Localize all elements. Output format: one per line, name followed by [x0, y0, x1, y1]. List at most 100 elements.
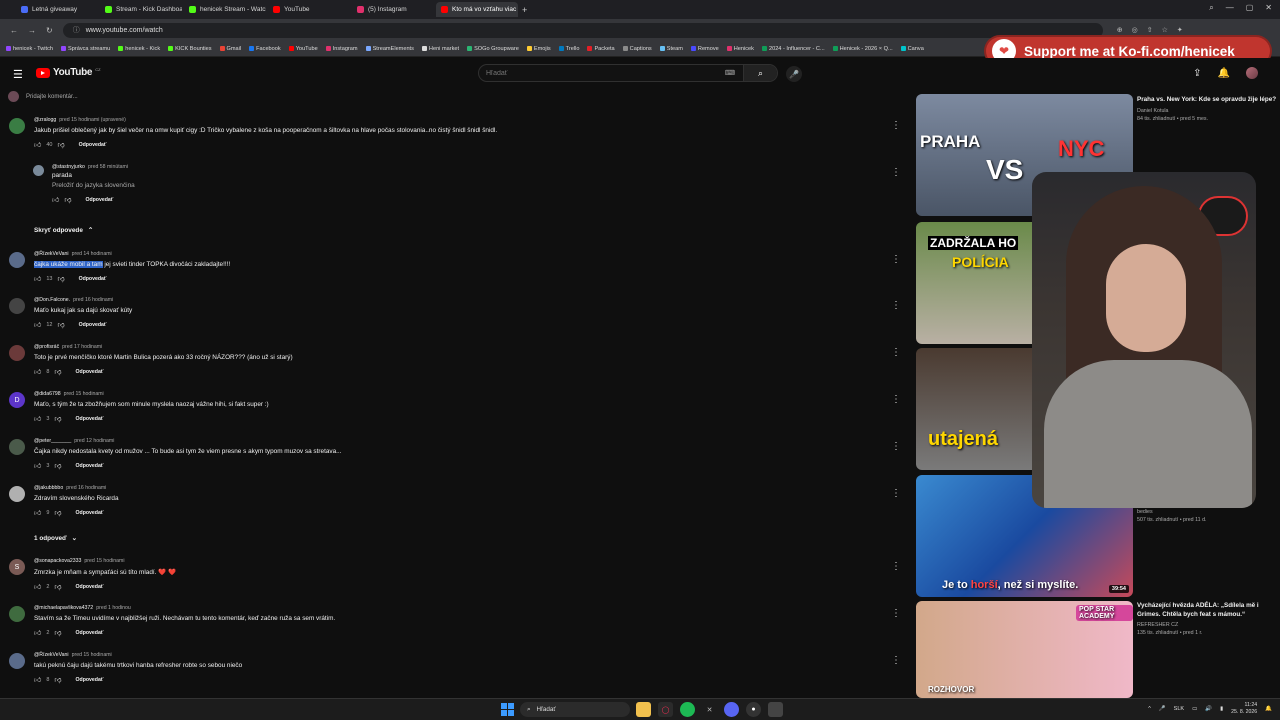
- bookmark-item[interactable]: Správca streamu: [61, 46, 110, 52]
- comment-avatar[interactable]: D: [9, 392, 25, 408]
- volume-icon[interactable]: 🔊: [1205, 706, 1212, 712]
- like-icon[interactable]: 👍︎: [34, 367, 41, 376]
- bookmark-item[interactable]: Packeta: [587, 46, 615, 52]
- comment-avatar[interactable]: [9, 252, 25, 268]
- like-icon[interactable]: 👍︎: [34, 274, 41, 283]
- comment-time[interactable]: pred 15 hodinami: [64, 391, 104, 397]
- bookmark-star-icon[interactable]: ☆: [1162, 26, 1168, 34]
- keyboard-icon[interactable]: ⌨: [725, 69, 735, 77]
- browser-tab[interactable]: Kto má vo vzťahu viac zav: [436, 2, 518, 17]
- opera-gx-icon[interactable]: ◯: [658, 702, 673, 717]
- bookmark-item[interactable]: Canva: [900, 46, 924, 52]
- dislike-icon[interactable]: 👎︎: [57, 320, 64, 329]
- search-button[interactable]: ⌕: [743, 65, 777, 81]
- video-meta[interactable]: Praha vs. New York: Kde se opravdu žije …: [1137, 96, 1277, 122]
- xbox-icon[interactable]: ✕: [702, 702, 717, 717]
- comment-more-icon[interactable]: ⋮: [891, 120, 901, 131]
- comment-time[interactable]: pred 15 hodinami (upravené): [59, 117, 126, 123]
- dislike-icon[interactable]: 👎︎: [57, 140, 64, 149]
- comment-author[interactable]: @ŘízekVeVani: [34, 251, 69, 257]
- reply-button[interactable]: Odpovedať: [76, 584, 104, 590]
- bookmark-item[interactable]: Heni market: [421, 46, 459, 52]
- video-meta[interactable]: bedies 507 tis. zhliadnutí • pred 11 d.: [1137, 506, 1277, 523]
- file-explorer-icon[interactable]: [636, 702, 651, 717]
- comment-more-icon[interactable]: ⋮: [891, 300, 901, 311]
- dislike-icon[interactable]: 👎︎: [54, 582, 61, 591]
- like-icon[interactable]: 👍︎: [34, 414, 41, 423]
- reply-button[interactable]: Odpovedať: [76, 369, 104, 375]
- bookmark-item[interactable]: henicek - Kick: [118, 46, 160, 52]
- browser-tab[interactable]: YouTube: [268, 2, 350, 17]
- create-icon[interactable]: ⇪: [1193, 68, 1201, 79]
- install-icon[interactable]: ⊕: [1117, 26, 1123, 34]
- comment-author[interactable]: @sonapackova2333: [34, 558, 81, 564]
- notifications-icon[interactable]: 🔔: [1265, 706, 1272, 712]
- comment-more-icon[interactable]: ⋮: [891, 167, 901, 178]
- maximize-button[interactable]: ▢: [1246, 3, 1254, 13]
- spotify-icon[interactable]: [680, 702, 695, 717]
- bookmark-item[interactable]: SOGo Groupware: [467, 46, 519, 52]
- comment-avatar[interactable]: [9, 653, 25, 669]
- youtube-logo[interactable]: YouTube CZ: [36, 67, 101, 78]
- bookmark-item[interactable]: Gmail: [219, 46, 241, 52]
- like-icon[interactable]: 👍︎: [34, 461, 41, 470]
- like-icon[interactable]: 👍︎: [52, 195, 59, 204]
- bookmark-item[interactable]: Facebook: [249, 46, 281, 52]
- comment-author[interactable]: @stastnyjurko: [52, 164, 85, 170]
- terminal-icon[interactable]: [768, 702, 783, 717]
- video-meta[interactable]: Vycházející hvězda ADÉLA: „Sdílela mě i …: [1137, 602, 1277, 636]
- reply-button[interactable]: Odpovedať: [76, 463, 104, 469]
- bookmark-item[interactable]: Captions: [622, 46, 652, 52]
- obs-icon[interactable]: ●: [746, 702, 761, 717]
- bookmark-item[interactable]: Emojis: [526, 46, 551, 52]
- comment-author[interactable]: @jakubbbbo: [34, 485, 63, 491]
- reply-button[interactable]: Odpovedať: [79, 276, 107, 282]
- reply-button[interactable]: Odpovedať: [76, 510, 104, 516]
- like-icon[interactable]: 👍︎: [34, 628, 41, 637]
- reload-icon[interactable]: ↻: [46, 26, 53, 35]
- comment-author[interactable]: @michaelapavlikova4372: [34, 605, 93, 611]
- comment-more-icon[interactable]: ⋮: [891, 655, 901, 666]
- comment-time[interactable]: pred 17 hodinami: [62, 344, 102, 350]
- extensions-icon[interactable]: ✦: [1177, 26, 1183, 34]
- comment-more-icon[interactable]: ⋮: [891, 608, 901, 619]
- hide-replies-button[interactable]: Skryť odpovede ⌃: [34, 226, 93, 235]
- comment-more-icon[interactable]: ⋮: [891, 254, 901, 265]
- bookmark-item[interactable]: YouTube: [288, 46, 318, 52]
- comment-time[interactable]: pred 58 minútami: [88, 164, 128, 170]
- like-icon[interactable]: 👍︎: [34, 140, 41, 149]
- comment-author[interactable]: @profisráč: [34, 344, 59, 350]
- browser-tab[interactable]: (5) Instagram: [352, 2, 434, 17]
- browser-tab[interactable]: Stream - Kick Dashboard: [100, 2, 182, 17]
- notifications-bell-icon[interactable]: 🔔: [1218, 68, 1230, 79]
- discord-icon[interactable]: [724, 702, 739, 717]
- translate-link[interactable]: Preložiť do jazyka slovenčina: [52, 182, 892, 189]
- comment-more-icon[interactable]: ⋮: [891, 347, 901, 358]
- reply-button[interactable]: Odpovedať: [79, 142, 107, 148]
- comment-time[interactable]: pred 15 hodinami: [84, 558, 124, 564]
- comment-avatar[interactable]: [9, 298, 25, 314]
- back-icon[interactable]: ←: [10, 26, 18, 35]
- comment-time[interactable]: pred 15 hodinami: [72, 652, 112, 658]
- dislike-icon[interactable]: 👎︎: [57, 274, 64, 283]
- comment-more-icon[interactable]: ⋮: [891, 561, 901, 572]
- minimize-button[interactable]: —: [1226, 3, 1234, 13]
- browser-tab[interactable]: henicek Stream - Watch L: [184, 2, 266, 17]
- like-icon[interactable]: 👍︎: [34, 582, 41, 591]
- forward-icon[interactable]: →: [28, 26, 36, 35]
- share-icon[interactable]: ⇧: [1147, 26, 1153, 34]
- language-indicator[interactable]: SLK: [1174, 706, 1184, 712]
- dislike-icon[interactable]: 👎︎: [54, 675, 61, 684]
- dislike-icon[interactable]: 👎︎: [54, 367, 61, 376]
- taskbar-search[interactable]: ⌕ Hľadať: [520, 702, 630, 717]
- like-icon[interactable]: 👍︎: [34, 508, 41, 517]
- reply-button[interactable]: Odpovedať: [85, 197, 113, 203]
- comment-avatar[interactable]: [9, 486, 25, 502]
- bookmark-item[interactable]: Steam: [659, 46, 683, 52]
- start-button[interactable]: [501, 703, 514, 716]
- reply-button[interactable]: Odpovedať: [76, 416, 104, 422]
- comment-more-icon[interactable]: ⋮: [891, 394, 901, 405]
- dislike-icon[interactable]: 👎︎: [54, 628, 61, 637]
- bookmark-item[interactable]: Remove: [690, 46, 719, 52]
- bookmark-item[interactable]: henicek - Twitch: [6, 46, 53, 52]
